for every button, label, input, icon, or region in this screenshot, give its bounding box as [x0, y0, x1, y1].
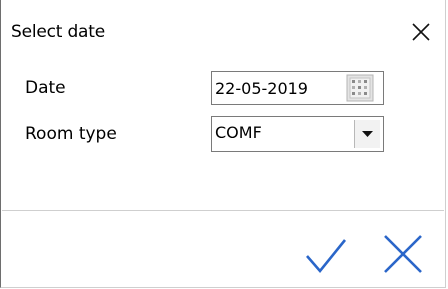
date-label: Date	[25, 78, 66, 98]
select-date-dialog: Select date Date 22-05-2019 Room type CO…	[0, 0, 446, 288]
footer-divider	[2, 210, 444, 211]
date-value: 22-05-2019	[215, 79, 308, 98]
chevron-down-icon[interactable]	[354, 120, 380, 148]
ok-button[interactable]	[303, 236, 349, 276]
room-type-value: COMF	[215, 123, 262, 142]
close-icon[interactable]	[410, 21, 432, 43]
cancel-button[interactable]	[379, 232, 427, 276]
room-type-select[interactable]: COMF	[211, 116, 384, 152]
calendar-icon[interactable]	[346, 74, 374, 102]
room-type-label: Room type	[25, 124, 117, 144]
cancel-x-icon	[384, 235, 422, 273]
dialog-title: Select date	[11, 22, 105, 42]
checkmark-icon	[306, 239, 347, 274]
